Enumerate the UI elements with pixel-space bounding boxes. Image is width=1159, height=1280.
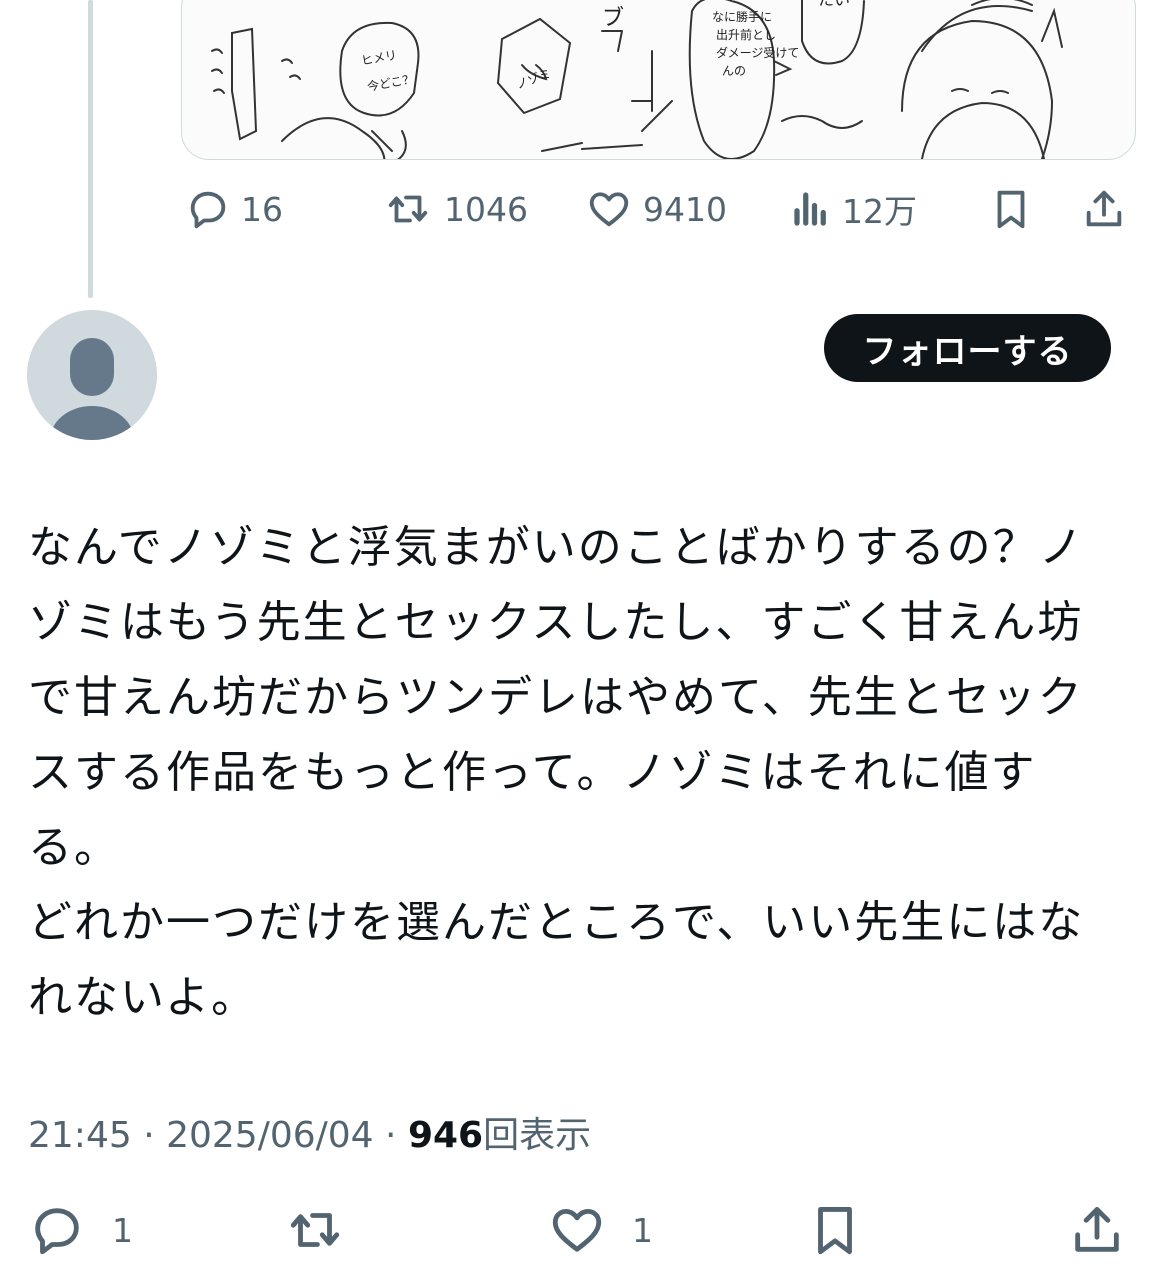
avatar[interactable] (27, 310, 157, 440)
reply-icon (190, 191, 226, 229)
meta-separator: · (143, 1115, 167, 1156)
manga-sketch-illustration: ヒメリ 今どこ？ ノゾミ ブ なに勝手に 出升前とし ダメージ受けて んの たい (211, 0, 1063, 159)
parent-tweet-action-bar: 16 1046 9410 12万 (185, 185, 1130, 233)
share-icon (1075, 1207, 1119, 1252)
like-button[interactable]: 9410 (585, 186, 727, 232)
retweet-button[interactable] (282, 1201, 348, 1259)
reply-count: 1 (112, 1210, 133, 1250)
tweet-text: なんでノゾミと浮気まがいのことばかりするの？ノゾミはもう先生とセックスしたし、す… (28, 510, 1128, 1035)
svg-text:ヒメリ: ヒメリ (360, 48, 398, 68)
retweet-icon (388, 195, 428, 223)
bookmark-button[interactable] (988, 186, 1034, 232)
svg-text:ブ: ブ (602, 6, 624, 31)
svg-text:出升前とし: 出升前とし (716, 27, 776, 42)
svg-text:ノゾミ: ノゾミ (514, 66, 553, 91)
bookmark-button[interactable] (806, 1201, 864, 1259)
views-button[interactable]: 12万 (790, 185, 917, 233)
analytics-icon (794, 192, 826, 226)
tweet-date[interactable]: 2025/06/04 (166, 1115, 374, 1156)
tweet-text-paragraph: どれか一つだけを選んだところで、いい先生にはなれないよ。 (28, 897, 1085, 1023)
share-button[interactable] (1081, 186, 1127, 232)
views-count: 12万 (842, 192, 917, 231)
svg-text:なに勝手に: なに勝手に (712, 9, 772, 24)
reply-tweet-action-bar: 1 1 (28, 1200, 1128, 1260)
bookmark-icon (997, 190, 1025, 229)
svg-text:たい: たい (818, 0, 850, 9)
heart-icon (589, 192, 629, 227)
svg-text:ダメージ受けて: ダメージ受けて (716, 45, 799, 60)
reply-icon (35, 1208, 79, 1255)
thread-connector-line (88, 0, 93, 298)
reply-count: 16 (241, 189, 283, 229)
meta-separator: · (385, 1115, 408, 1156)
share-icon (1086, 190, 1122, 227)
share-button[interactable] (1068, 1201, 1126, 1259)
retweet-button[interactable]: 1046 (382, 186, 528, 232)
tweet-text-paragraph: なんでノゾミと浮気まがいのことばかりするの？ノゾミはもう先生とセックスしたし、す… (28, 522, 1085, 873)
tweet-media-image[interactable]: ヒメリ 今どこ？ ノゾミ ブ なに勝手に 出升前とし ダメージ受けて んの たい (181, 0, 1136, 160)
like-count: 9410 (643, 189, 727, 229)
like-count: 1 (632, 1210, 653, 1250)
like-button[interactable]: 1 (546, 1201, 653, 1259)
default-avatar-icon (50, 338, 134, 440)
tweet-meta: 21:45 · 2025/06/04 · 946回表示 (28, 1106, 591, 1158)
follow-button[interactable]: フォローする (824, 314, 1111, 382)
views-label: 回表示 (483, 1115, 592, 1156)
reply-button[interactable]: 1 (28, 1201, 133, 1259)
retweet-count: 1046 (444, 189, 528, 229)
bookmark-icon (818, 1207, 852, 1255)
heart-icon (552, 1208, 602, 1252)
tweet-time[interactable]: 21:45 (28, 1115, 132, 1156)
svg-text:今どこ？: 今どこ？ (366, 71, 416, 94)
retweet-icon (290, 1213, 340, 1247)
svg-text:んの: んの (722, 64, 746, 78)
views-number: 946 (407, 1115, 484, 1156)
reply-button[interactable]: 16 (185, 186, 283, 232)
